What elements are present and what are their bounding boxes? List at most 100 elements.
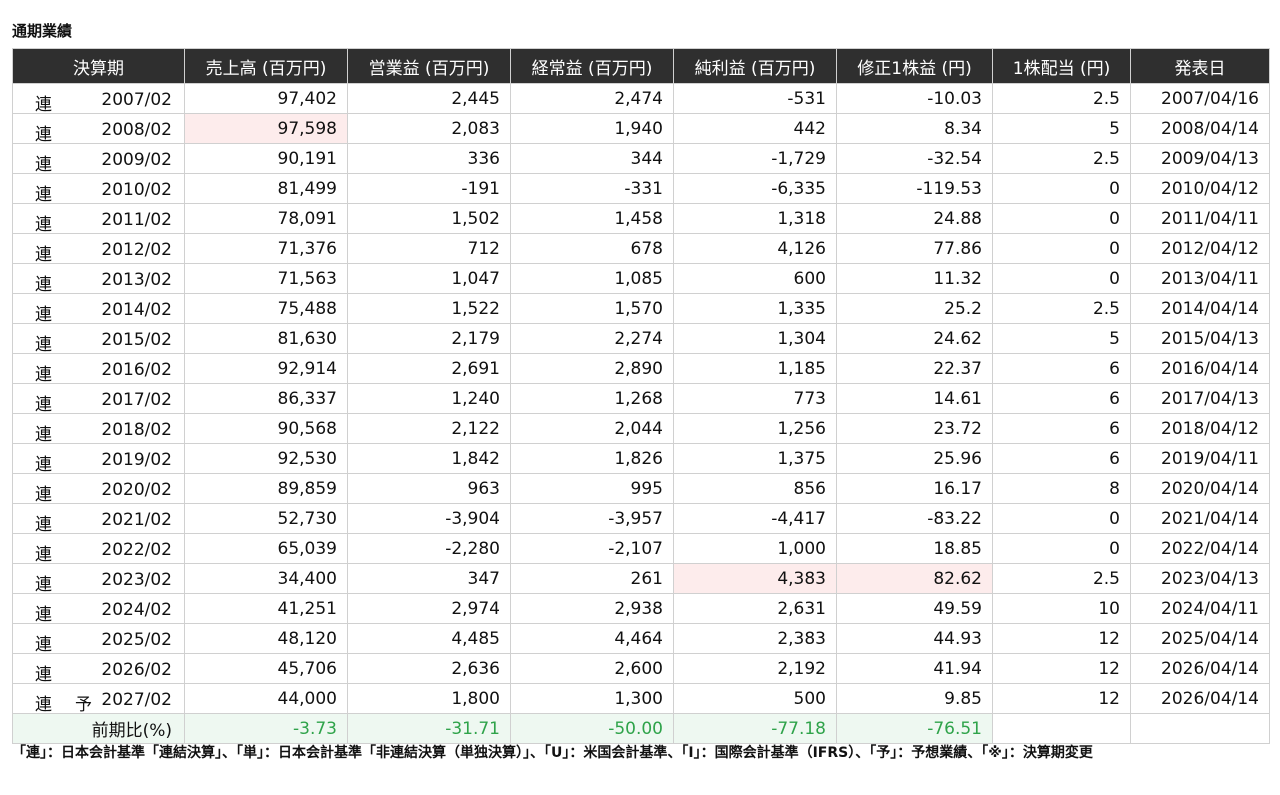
fiscal-period: 2007/02 (101, 90, 172, 110)
yoy-eps: -76.51 (836, 713, 993, 744)
accounting-type: 連 (35, 605, 52, 625)
sales-cell: 89,859 (184, 473, 348, 504)
table-row: 連 2024/02 41,251 2,974 2,938 2,631 49.59 10 2024… (12, 593, 1270, 625)
header-sales: 売上高 (百万円) (184, 48, 348, 84)
eps-cell: 77.86 (836, 233, 993, 264)
ordinary-income-cell: 4,464 (510, 623, 674, 654)
table-row: 連 2019/02 92,530 1,842 1,826 1,375 25.96 6 2019/… (12, 443, 1270, 475)
net-income-cell: 1,335 (673, 293, 837, 324)
ordinary-income-cell: 2,474 (510, 83, 674, 114)
ordinary-income-cell: 2,044 (510, 413, 674, 444)
ordinary-income-cell: 2,274 (510, 323, 674, 354)
net-income-cell: 2,192 (673, 653, 837, 684)
sales-cell: 44,000 (184, 683, 348, 714)
net-income-cell: 1,375 (673, 443, 837, 474)
table-row: 連 2011/02 78,091 1,502 1,458 1,318 24.88 0 2011/… (12, 203, 1270, 235)
fiscal-period: 2024/02 (101, 600, 172, 620)
net-income-cell: 1,000 (673, 533, 837, 564)
accounting-type: 連 (35, 335, 52, 355)
operating-income-cell: 1,047 (347, 263, 511, 294)
sales-cell: 92,914 (184, 353, 348, 384)
dividend-cell: 6 (992, 443, 1131, 474)
dividend-cell: 10 (992, 593, 1131, 624)
dividend-cell: 2.5 (992, 83, 1131, 114)
header-ordinary-income: 経常益 (百万円) (510, 48, 674, 84)
yoy-row: 前期比(%) -3.73 -31.71 -50.00 -77.18 -76.51 (12, 713, 1270, 744)
period-cell: 連 2019/02 (12, 443, 185, 475)
accounting-type: 連 (35, 665, 52, 685)
net-income-cell: 1,185 (673, 353, 837, 384)
eps-cell: 24.62 (836, 323, 993, 354)
table-row: 連 2007/02 97,402 2,445 2,474 -531 -10.03 2.5 200… (12, 83, 1270, 115)
sales-cell: 90,568 (184, 413, 348, 444)
announce-date-cell: 2026/04/14 (1130, 683, 1270, 714)
dividend-cell: 0 (992, 173, 1131, 204)
dividend-cell: 12 (992, 623, 1131, 654)
period-cell: 連 2011/02 (12, 203, 185, 235)
header-operating-income: 営業益 (百万円) (347, 48, 511, 84)
operating-income-cell: 1,522 (347, 293, 511, 324)
announce-date-cell: 2026/04/14 (1130, 653, 1270, 684)
accounting-type: 連 (35, 635, 52, 655)
period-cell: 連 2021/02 (12, 503, 185, 535)
period-cell: 連 2020/02 (12, 473, 185, 505)
ordinary-income-cell: 1,268 (510, 383, 674, 414)
eps-cell: 11.32 (836, 263, 993, 294)
eps-cell: 25.96 (836, 443, 993, 474)
net-income-cell: -1,729 (673, 143, 837, 174)
sales-cell: 81,499 (184, 173, 348, 204)
table-row: 連 2008/02 97,598 2,083 1,940 442 8.34 5 2008/04/… (12, 113, 1270, 145)
table-row: 連 2022/02 65,039 -2,280 -2,107 1,000 18.85 0 202… (12, 533, 1270, 565)
dividend-cell: 0 (992, 203, 1131, 234)
operating-income-cell: 2,179 (347, 323, 511, 354)
eps-cell: 49.59 (836, 593, 993, 624)
sales-cell: 71,376 (184, 233, 348, 264)
period-cell: 連 2025/02 (12, 623, 185, 655)
table-row: 連 2026/02 45,706 2,636 2,600 2,192 41.94 12 2026… (12, 653, 1270, 685)
period-cell: 連 2015/02 (12, 323, 185, 355)
ordinary-income-cell: 1,458 (510, 203, 674, 234)
sales-cell: 52,730 (184, 503, 348, 534)
operating-income-cell: 336 (347, 143, 511, 174)
net-income-cell: -531 (673, 83, 837, 114)
table-row: 連 2025/02 48,120 4,485 4,464 2,383 44.93 12 2025… (12, 623, 1270, 655)
accounting-type: 連 (35, 395, 52, 415)
fiscal-period: 2009/02 (101, 150, 172, 170)
table-row: 連 2017/02 86,337 1,240 1,268 773 14.61 6 2017/04… (12, 383, 1270, 415)
net-income-cell: 600 (673, 263, 837, 294)
eps-cell: 23.72 (836, 413, 993, 444)
yoy-dividend-empty (992, 713, 1131, 744)
operating-income-cell: 1,502 (347, 203, 511, 234)
sales-cell: 45,706 (184, 653, 348, 684)
ordinary-income-cell: -331 (510, 173, 674, 204)
accounting-type: 連 (35, 455, 52, 475)
fiscal-period: 2022/02 (101, 540, 172, 560)
announce-date-cell: 2019/04/11 (1130, 443, 1270, 474)
table-row: 連 2016/02 92,914 2,691 2,890 1,185 22.37 6 2016/… (12, 353, 1270, 385)
eps-cell: 18.85 (836, 533, 993, 564)
sales-cell: 65,039 (184, 533, 348, 564)
accounting-type: 連 (35, 575, 52, 595)
accounting-type: 連 (35, 185, 52, 205)
ordinary-income-cell: 344 (510, 143, 674, 174)
sales-cell: 75,488 (184, 293, 348, 324)
table-row: 連 2021/02 52,730 -3,904 -3,957 -4,417 -83.22 0 2… (12, 503, 1270, 535)
ordinary-income-cell: -2,107 (510, 533, 674, 564)
fiscal-period: 2026/02 (101, 660, 172, 680)
eps-cell: 44.93 (836, 623, 993, 654)
accounting-type: 連 (35, 245, 52, 265)
fiscal-period: 2017/02 (101, 390, 172, 410)
ordinary-income-cell: 1,300 (510, 683, 674, 714)
yoy-operating-income: -31.71 (347, 713, 511, 744)
ordinary-income-cell: 995 (510, 473, 674, 504)
table-row: 連 2013/02 71,563 1,047 1,085 600 11.32 0 2013/04… (12, 263, 1270, 295)
sales-cell: 71,563 (184, 263, 348, 294)
operating-income-cell: 2,083 (347, 113, 511, 144)
sales-cell: 97,598 (184, 113, 348, 144)
dividend-cell: 12 (992, 683, 1131, 714)
dividend-cell: 6 (992, 383, 1131, 414)
header-eps: 修正1株益 (円) (836, 48, 993, 84)
operating-income-cell: -3,904 (347, 503, 511, 534)
dividend-cell: 5 (992, 113, 1131, 144)
dividend-cell: 0 (992, 233, 1131, 264)
